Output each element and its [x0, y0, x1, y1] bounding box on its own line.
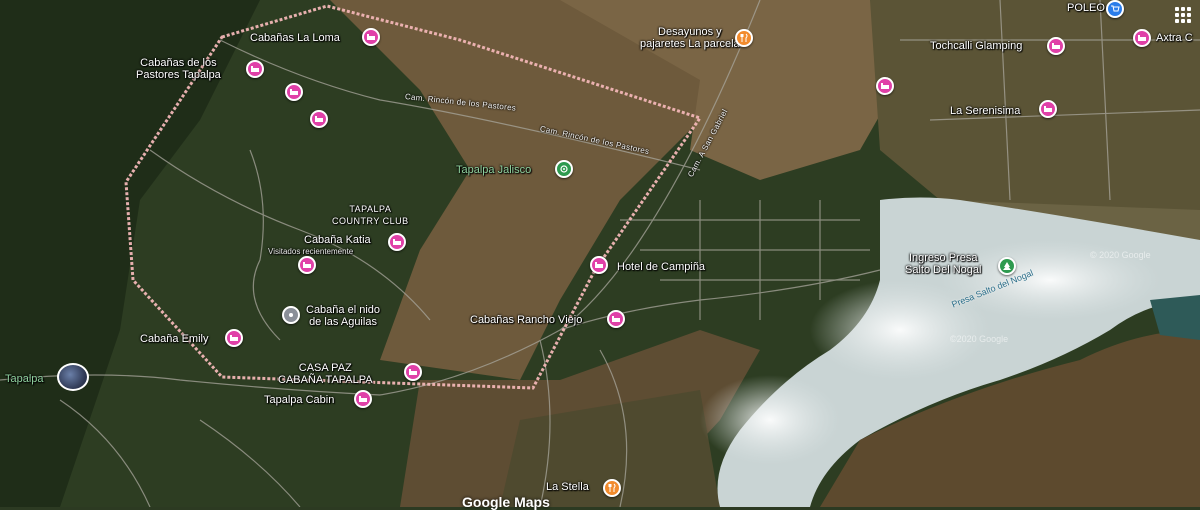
hotel-pin-cabanas-la-loma[interactable]: [362, 28, 380, 46]
label-poleo[interactable]: POLEO: [1067, 2, 1105, 14]
saved-place-pin-nido[interactable]: [282, 306, 300, 324]
label-cabanas-pastores[interactable]: Cabañas de los Pastores Tapalpa: [136, 57, 221, 81]
google-maps-watermark: Google Maps: [462, 494, 550, 510]
copyright-text-2: ©2020 Google: [950, 334, 1009, 344]
hotel-pin-la-serenisima[interactable]: [1039, 100, 1057, 118]
hotel-pin-tochcalli[interactable]: [1047, 37, 1065, 55]
label-cabana-katia[interactable]: Cabaña Katia: [304, 234, 371, 246]
label-tapalpa-cabin[interactable]: Tapalpa Cabin: [264, 394, 334, 406]
label-la-stella[interactable]: La Stella: [546, 481, 589, 493]
label-tapalpa-jalisco[interactable]: Tapalpa Jalisco: [456, 164, 531, 176]
label-cabanas-la-loma[interactable]: Cabañas La Loma: [250, 32, 340, 44]
shop-pin-poleo[interactable]: [1106, 0, 1124, 18]
hotel-pin-katia-2[interactable]: [298, 256, 316, 274]
label-tapalpa-town[interactable]: Tapalpa: [5, 373, 44, 385]
label-casa-paz[interactable]: CASA PAZ CABAÑA TAPALPA: [278, 362, 373, 386]
label-cabanas-rancho-viejo[interactable]: Cabañas Rancho Viejo: [470, 314, 582, 326]
restaurant-pin-la-stella[interactable]: [603, 479, 621, 497]
hotel-pin-cabanas-pastores[interactable]: [246, 60, 264, 78]
hotel-pin-hotel-campina[interactable]: [590, 256, 608, 274]
apps-grid-icon[interactable]: [1174, 6, 1192, 24]
label-axtra[interactable]: Axtra C: [1156, 32, 1193, 44]
hotel-pin-rancho-viejo[interactable]: [607, 310, 625, 328]
hotel-pin-cabana-emily[interactable]: [225, 329, 243, 347]
hotel-pin-tapalpa-cabin[interactable]: [354, 390, 372, 408]
label-cabana-emily[interactable]: Cabaña Emily: [140, 333, 208, 345]
label-hotel-campina[interactable]: Hotel de Campiña: [617, 261, 705, 273]
hotel-pin-casa-paz[interactable]: [404, 363, 422, 381]
park-pin-tapalpa-jalisco[interactable]: [555, 160, 573, 178]
park-pin-ingreso-presa[interactable]: [998, 257, 1016, 275]
hotel-pin-unnamed-ne[interactable]: [876, 77, 894, 95]
hotel-pin-pastores-3[interactable]: [310, 110, 328, 128]
label-country-club: TAPALPA COUNTRY CLUB: [332, 204, 409, 226]
label-cabana-nido[interactable]: Cabaña el nido de las Aguilas: [306, 304, 380, 328]
label-tochcalli[interactable]: Tochcalli Glamping: [930, 40, 1022, 52]
label-la-serenisima[interactable]: La Serenisima: [950, 105, 1020, 117]
hotel-pin-axtra[interactable]: [1133, 29, 1151, 47]
restaurant-pin-desayunos[interactable]: [735, 29, 753, 47]
town-photo-thumbnail[interactable]: [57, 363, 89, 391]
copyright-text: © 2020 Google: [1090, 250, 1151, 260]
hotel-pin-pastores-2[interactable]: [285, 83, 303, 101]
label-ingreso-presa[interactable]: Ingreso Presa Salto Del Nogal: [905, 252, 981, 276]
label-desayunos[interactable]: Desayunos y pajaretes La parcela: [640, 26, 740, 50]
hotel-pin-cabana-katia[interactable]: [388, 233, 406, 251]
